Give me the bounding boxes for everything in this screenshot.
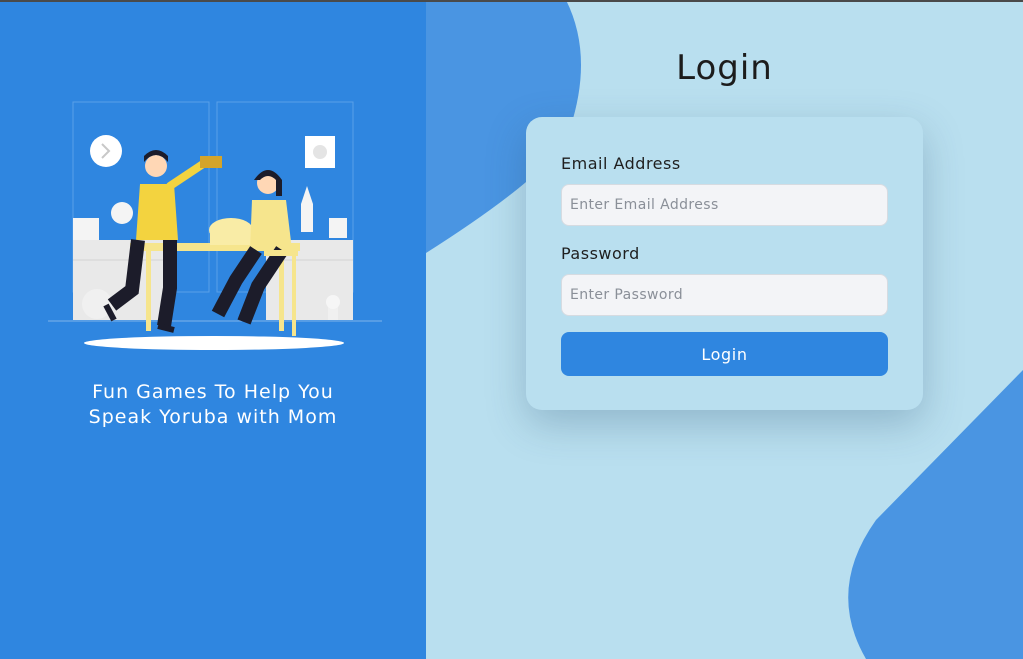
left-panel: Fun Games To Help You Speak Yoruba with … <box>0 0 426 659</box>
tagline-line-1: Fun Games To Help You <box>92 381 334 403</box>
password-field[interactable] <box>561 274 888 316</box>
login-card: Email Address Password Login <box>526 117 923 410</box>
illustration-children-playing <box>48 101 382 350</box>
page-title: Login <box>676 48 773 88</box>
password-label: Password <box>561 244 640 263</box>
login-button[interactable]: Login <box>561 332 888 376</box>
app-tagline: Fun Games To Help You Speak Yoruba with … <box>40 380 386 430</box>
email-field[interactable] <box>561 184 888 226</box>
window-top-border <box>0 0 1023 2</box>
email-label: Email Address <box>561 154 681 173</box>
tagline-line-2: Speak Yoruba with Mom <box>88 406 338 428</box>
